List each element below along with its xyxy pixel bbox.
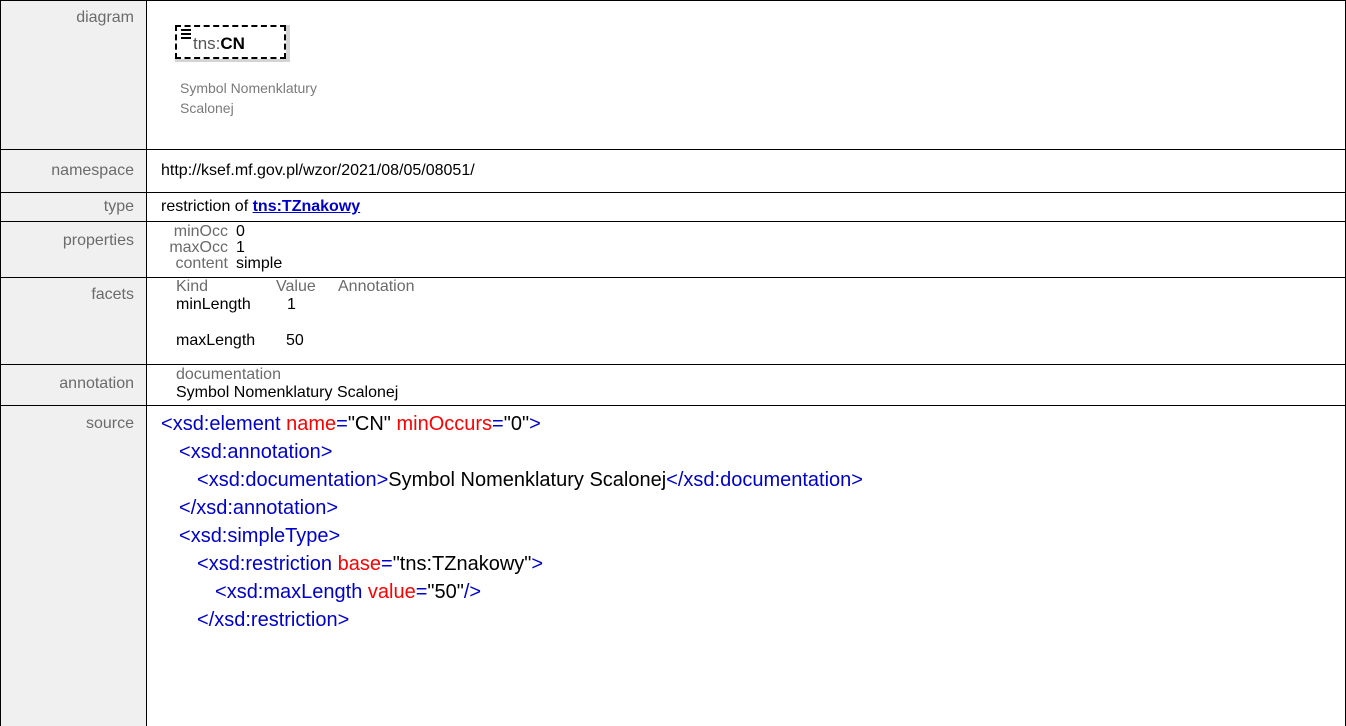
diagram-caption-line2: Scalonej bbox=[180, 100, 234, 116]
property-value: 1 bbox=[236, 239, 245, 256]
element-diagram-box[interactable]: tns:CN bbox=[175, 25, 290, 62]
annotation-row: annotation documentation Symbol Nomenkla… bbox=[0, 364, 1346, 405]
source-line: <xsd:documentation>Symbol Nomenklatury S… bbox=[197, 469, 863, 491]
diagram-element-prefix: tns: bbox=[193, 34, 221, 53]
facets-label-cell: facets bbox=[1, 278, 147, 364]
optional-element-icon bbox=[181, 29, 191, 41]
source-value-cell: <xsd:element name="CN" minOccurs="0"> <x… bbox=[148, 406, 1345, 726]
annotation-value-cell: documentation Symbol Nomenklatury Scalon… bbox=[148, 365, 1345, 405]
property-item: content simple bbox=[148, 256, 448, 272]
source-code-block: <xsd:element name="CN" minOccurs="0"> <x… bbox=[161, 410, 863, 634]
source-line: <xsd:simpleType> bbox=[179, 525, 341, 547]
source-line: <xsd:restriction base="tns:TZnakowy"> bbox=[197, 553, 544, 575]
namespace-value: http://ksef.mf.gov.pl/wzor/2021/08/05/08… bbox=[161, 162, 475, 179]
properties-label-cell: properties bbox=[1, 222, 147, 277]
source-line: <xsd:annotation> bbox=[179, 441, 333, 463]
type-label: type bbox=[103, 198, 134, 215]
diagram-caption: Symbol Nomenklatury Scalonej bbox=[180, 78, 380, 118]
property-key: minOcc bbox=[173, 223, 228, 240]
property-value: simple bbox=[236, 255, 283, 272]
properties-row: properties minOcc 0 maxOcc 1 content sim… bbox=[0, 221, 1346, 277]
property-value: 0 bbox=[236, 223, 245, 240]
facets-row: facets Kind Value Annotation minLength 1… bbox=[0, 277, 1346, 364]
diagram-row: diagram tns:CN Symbol Nomenklatury Scalo… bbox=[0, 0, 1346, 149]
namespace-value-cell: http://ksef.mf.gov.pl/wzor/2021/08/05/08… bbox=[148, 150, 1345, 192]
annotation-label-cell: annotation bbox=[1, 365, 147, 405]
type-prefix: restriction of bbox=[161, 198, 253, 215]
diagram-element-local-name: CN bbox=[220, 34, 245, 53]
property-item: maxOcc 1 bbox=[148, 240, 448, 256]
source-row: source <xsd:element name="CN" minOccurs=… bbox=[0, 405, 1346, 726]
property-key: maxOcc bbox=[169, 239, 228, 256]
namespace-label-cell: namespace bbox=[1, 150, 147, 192]
facet-kind: minLength bbox=[176, 296, 251, 313]
property-item: minOcc 0 bbox=[148, 224, 448, 240]
source-line: <xsd:element name="CN" minOccurs="0"> bbox=[161, 413, 541, 435]
annotation-text: Symbol Nomenklatury Scalonej bbox=[176, 384, 399, 401]
annotation-sub-label: documentation bbox=[176, 366, 281, 383]
annotation-label: annotation bbox=[59, 375, 134, 392]
source-line: </xsd:restriction> bbox=[197, 609, 350, 631]
diagram-label: diagram bbox=[76, 9, 134, 26]
diagram-label-cell: diagram bbox=[1, 1, 147, 149]
facet-value: 50 bbox=[286, 332, 304, 349]
source-label: source bbox=[85, 415, 134, 432]
facet-kind: maxLength bbox=[176, 332, 256, 349]
facets-value-cell: Kind Value Annotation minLength 1 maxLen… bbox=[148, 278, 1345, 364]
type-value: restriction of tns:TZnakowy bbox=[161, 198, 360, 216]
properties-label: properties bbox=[62, 232, 134, 249]
facets-table: Kind Value Annotation minLength 1 maxLen… bbox=[148, 278, 648, 364]
namespace-row: namespace http://ksef.mf.gov.pl/wzor/202… bbox=[0, 149, 1346, 192]
type-value-cell: restriction of tns:TZnakowy bbox=[148, 193, 1345, 221]
facets-header-value: Value bbox=[276, 278, 316, 295]
diagram-value-cell: tns:CN Symbol Nomenklatury Scalonej bbox=[148, 1, 1345, 149]
facets-header-annotation: Annotation bbox=[338, 278, 415, 295]
diagram-element-name: tns:CN bbox=[193, 34, 245, 54]
property-key: content bbox=[175, 255, 228, 272]
schema-doc-table: diagram tns:CN Symbol Nomenklatury Scalo… bbox=[0, 0, 1346, 726]
source-label-cell: source bbox=[1, 406, 147, 726]
type-row: type restriction of tns:TZnakowy bbox=[0, 192, 1346, 221]
type-link[interactable]: tns:TZnakowy bbox=[253, 198, 361, 215]
properties-list: minOcc 0 maxOcc 1 content simple bbox=[148, 224, 448, 272]
namespace-label: namespace bbox=[51, 162, 134, 179]
diagram-caption-line1: Symbol Nomenklatury bbox=[180, 80, 317, 96]
facets-label: facets bbox=[91, 286, 134, 303]
facet-value: 1 bbox=[287, 296, 296, 313]
type-label-cell: type bbox=[1, 193, 147, 221]
source-line: <xsd:maxLength value="50"/> bbox=[215, 581, 482, 603]
properties-value-cell: minOcc 0 maxOcc 1 content simple bbox=[148, 222, 1345, 277]
element-diagram-inner: tns:CN bbox=[175, 25, 286, 59]
facets-header-kind: Kind bbox=[176, 278, 209, 295]
source-line: </xsd:annotation> bbox=[179, 497, 339, 519]
